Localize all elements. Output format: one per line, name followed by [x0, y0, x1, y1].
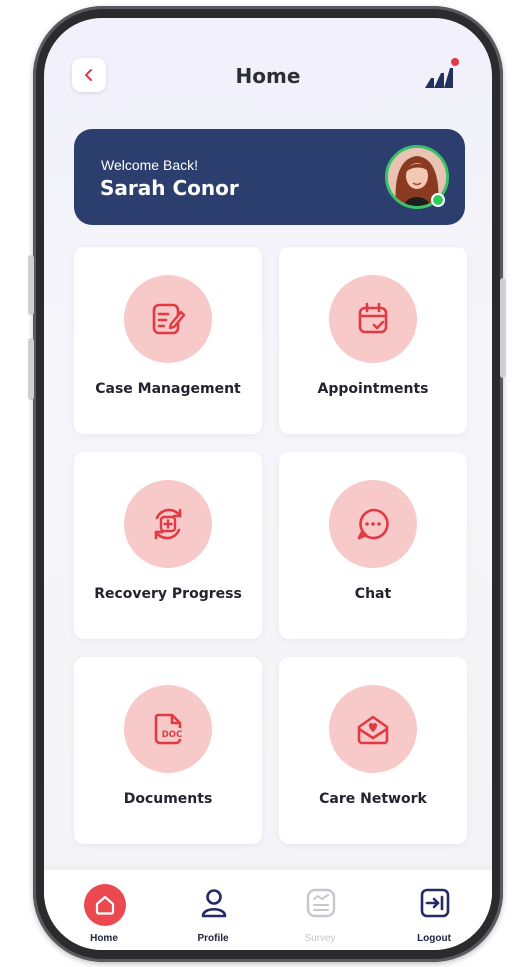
nav-item-profile[interactable]: Profile: [173, 870, 253, 950]
bottom-navigation: Home Profile Survey Logout: [44, 870, 492, 950]
tile-icon-circle: [329, 685, 417, 773]
doc-icon-text: DOC: [162, 730, 183, 740]
phone-side-button: [28, 255, 34, 315]
home-icon: [95, 895, 115, 915]
nav-icon: [304, 886, 338, 920]
nav-icon: [418, 886, 452, 920]
nav-item-home[interactable]: Home: [64, 870, 144, 950]
home-active-indicator: [84, 884, 126, 926]
phone-power-button: [500, 278, 506, 378]
nav-item-survey[interactable]: Survey: [280, 870, 360, 950]
nav-label: Survey: [304, 933, 336, 944]
chat-bubble-icon: [357, 508, 389, 540]
welcome-card: Welcome Back! Sarah Conor: [74, 129, 465, 225]
tile-icon-circle: [329, 480, 417, 568]
tile-label: Appointments: [317, 381, 429, 397]
recovery-cycle-icon: [154, 508, 182, 540]
calendar-check-icon: [358, 302, 388, 334]
tile-icon-circle: [124, 480, 212, 568]
tile-label: Case Management: [95, 381, 241, 397]
tile-case-management[interactable]: Case Management: [74, 247, 262, 434]
user-icon: [201, 889, 227, 918]
nav-item-logout[interactable]: Logout: [394, 870, 474, 950]
doc-file-icon: DOC: [154, 713, 183, 745]
tile-recovery-progress[interactable]: Recovery Progress: [74, 452, 262, 639]
tile-label: Recovery Progress: [94, 586, 242, 602]
welcome-greeting: Welcome Back!: [101, 157, 198, 173]
nav-label: Home: [90, 933, 118, 944]
nav-label: Profile: [197, 933, 229, 944]
tile-label: Documents: [123, 791, 213, 807]
tile-icon-circle: DOC: [124, 685, 212, 773]
heart-envelope-icon: [357, 715, 389, 745]
phone-side-button: [28, 338, 34, 400]
online-status-indicator: [431, 193, 445, 207]
tile-label: Chat: [354, 586, 392, 602]
survey-icon: [306, 888, 336, 918]
app-screen: Home Welcome Back! Sarah Conor Case Mana…: [44, 18, 492, 950]
tile-icon-circle: [124, 275, 212, 363]
nav-label: Logout: [417, 933, 451, 944]
nav-icon: [197, 886, 231, 920]
user-name: Sarah Conor: [100, 176, 239, 200]
app-logo-icon: [425, 58, 459, 88]
logout-icon: [420, 888, 450, 918]
tile-appointments[interactable]: Appointments: [279, 247, 467, 434]
tile-label: Care Network: [319, 791, 427, 807]
tile-icon-circle: [329, 275, 417, 363]
tile-documents[interactable]: DOC Documents: [74, 657, 262, 844]
edit-note-icon: [152, 303, 186, 335]
tile-chat[interactable]: Chat: [279, 452, 467, 639]
tile-care-network[interactable]: Care Network: [279, 657, 467, 844]
